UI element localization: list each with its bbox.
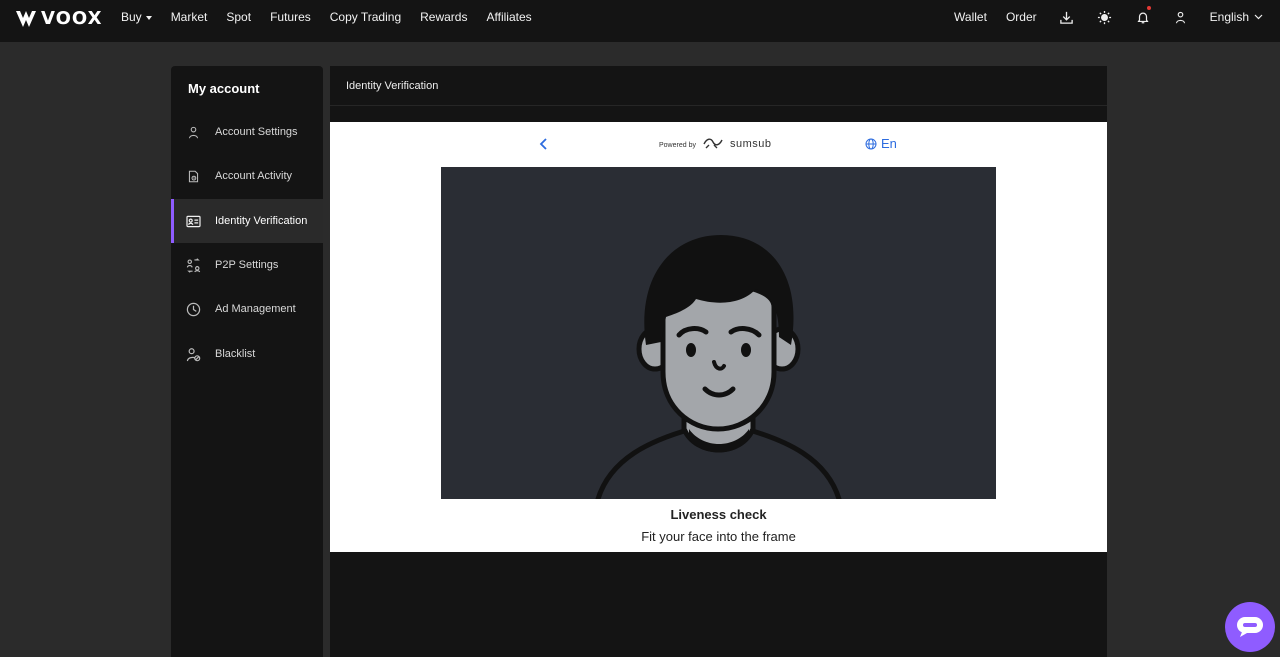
- notification-dot: [1146, 6, 1151, 10]
- nav-affiliates[interactable]: Affiliates: [486, 10, 531, 24]
- nav-copy-trading[interactable]: Copy Trading: [330, 10, 401, 24]
- chevron-down-icon: [1254, 14, 1263, 20]
- document-icon: [186, 169, 201, 184]
- verification-widget: Powered by sumsub En Liveness check Fit …: [330, 122, 1107, 552]
- sidebar-item-blacklist[interactable]: Blacklist: [171, 332, 323, 376]
- user-icon[interactable]: [1172, 8, 1190, 26]
- sidebar-item-account-activity[interactable]: Account Activity: [171, 154, 323, 198]
- language-label: English: [1209, 10, 1249, 24]
- user-icon: [186, 125, 201, 140]
- support-chat-button[interactable]: [1225, 602, 1275, 652]
- page-title: Identity Verification: [346, 79, 439, 92]
- sidebar-item-ad-management[interactable]: Ad Management: [171, 287, 323, 331]
- sidebar-item-identity-verification[interactable]: Identity Verification: [171, 199, 323, 243]
- brand-logo[interactable]: VOOX: [15, 8, 102, 29]
- chevron-left-icon: [539, 138, 547, 150]
- id-card-icon: [186, 214, 201, 229]
- user-block-icon: [186, 347, 201, 362]
- widget-language-selector[interactable]: En: [865, 136, 897, 151]
- liveness-title: Liveness check: [670, 507, 767, 522]
- voox-logo-icon: [16, 10, 36, 27]
- nav-buy-label: Buy: [121, 10, 142, 24]
- main-header: Identity Verification: [330, 66, 1107, 106]
- nav-rewards[interactable]: Rewards: [420, 10, 467, 24]
- main-panel: Identity Verification Powered by sumsub …: [330, 66, 1107, 657]
- sidebar-item-account-settings[interactable]: Account Settings: [171, 110, 323, 154]
- globe-icon: [865, 138, 877, 149]
- main-nav: Buy Market Spot Futures Copy Trading Rew…: [121, 0, 551, 34]
- sidebar-item-label: Ad Management: [215, 303, 296, 315]
- sumsub-logo-icon: [703, 138, 723, 149]
- sumsub-label: sumsub: [729, 138, 772, 150]
- sidebar-item-label: Identity Verification: [215, 215, 308, 227]
- powered-by-sumsub: Powered by sumsub: [659, 136, 772, 152]
- camera-viewport: [441, 167, 996, 499]
- brand-name: VOOX: [41, 8, 103, 29]
- account-sidebar: My account Account Settings Account Acti…: [171, 66, 323, 657]
- powered-by-label: Powered by: [659, 142, 696, 149]
- nav-spot[interactable]: Spot: [226, 10, 251, 24]
- theme-sun-icon[interactable]: [1096, 8, 1114, 26]
- back-button[interactable]: [536, 136, 552, 152]
- sidebar-title: My account: [188, 81, 260, 96]
- widget-language-label: En: [881, 136, 897, 151]
- sidebar-item-label: Account Settings: [215, 126, 298, 138]
- nav-wallet[interactable]: Wallet: [954, 10, 987, 24]
- sidebar-item-label: Blacklist: [215, 348, 256, 360]
- sidebar-item-label: Account Activity: [215, 170, 293, 182]
- p2p-icon: [186, 257, 201, 273]
- bell-icon[interactable]: [1134, 6, 1152, 26]
- sidebar-item-p2p-settings[interactable]: P2P Settings: [171, 243, 323, 287]
- face-placeholder-illustration: [595, 235, 842, 499]
- widget-header: Powered by sumsub En: [330, 122, 1107, 166]
- language-selector[interactable]: English: [1210, 10, 1263, 24]
- clock-icon: [186, 302, 201, 317]
- top-navigation-bar: VOOX Buy Market Spot Futures Copy Tradin…: [0, 0, 1280, 42]
- right-nav: Wallet Order English: [954, 0, 1280, 34]
- sidebar-item-label: P2P Settings: [215, 259, 279, 271]
- download-icon[interactable]: [1058, 8, 1076, 26]
- nav-futures[interactable]: Futures: [270, 10, 311, 24]
- liveness-instruction: Fit your face into the frame: [641, 529, 796, 544]
- chevron-down-icon: [145, 15, 152, 20]
- nav-market[interactable]: Market: [171, 10, 208, 24]
- nav-order[interactable]: Order: [1006, 10, 1037, 24]
- chat-icon: [1237, 617, 1263, 637]
- nav-buy[interactable]: Buy: [121, 10, 152, 24]
